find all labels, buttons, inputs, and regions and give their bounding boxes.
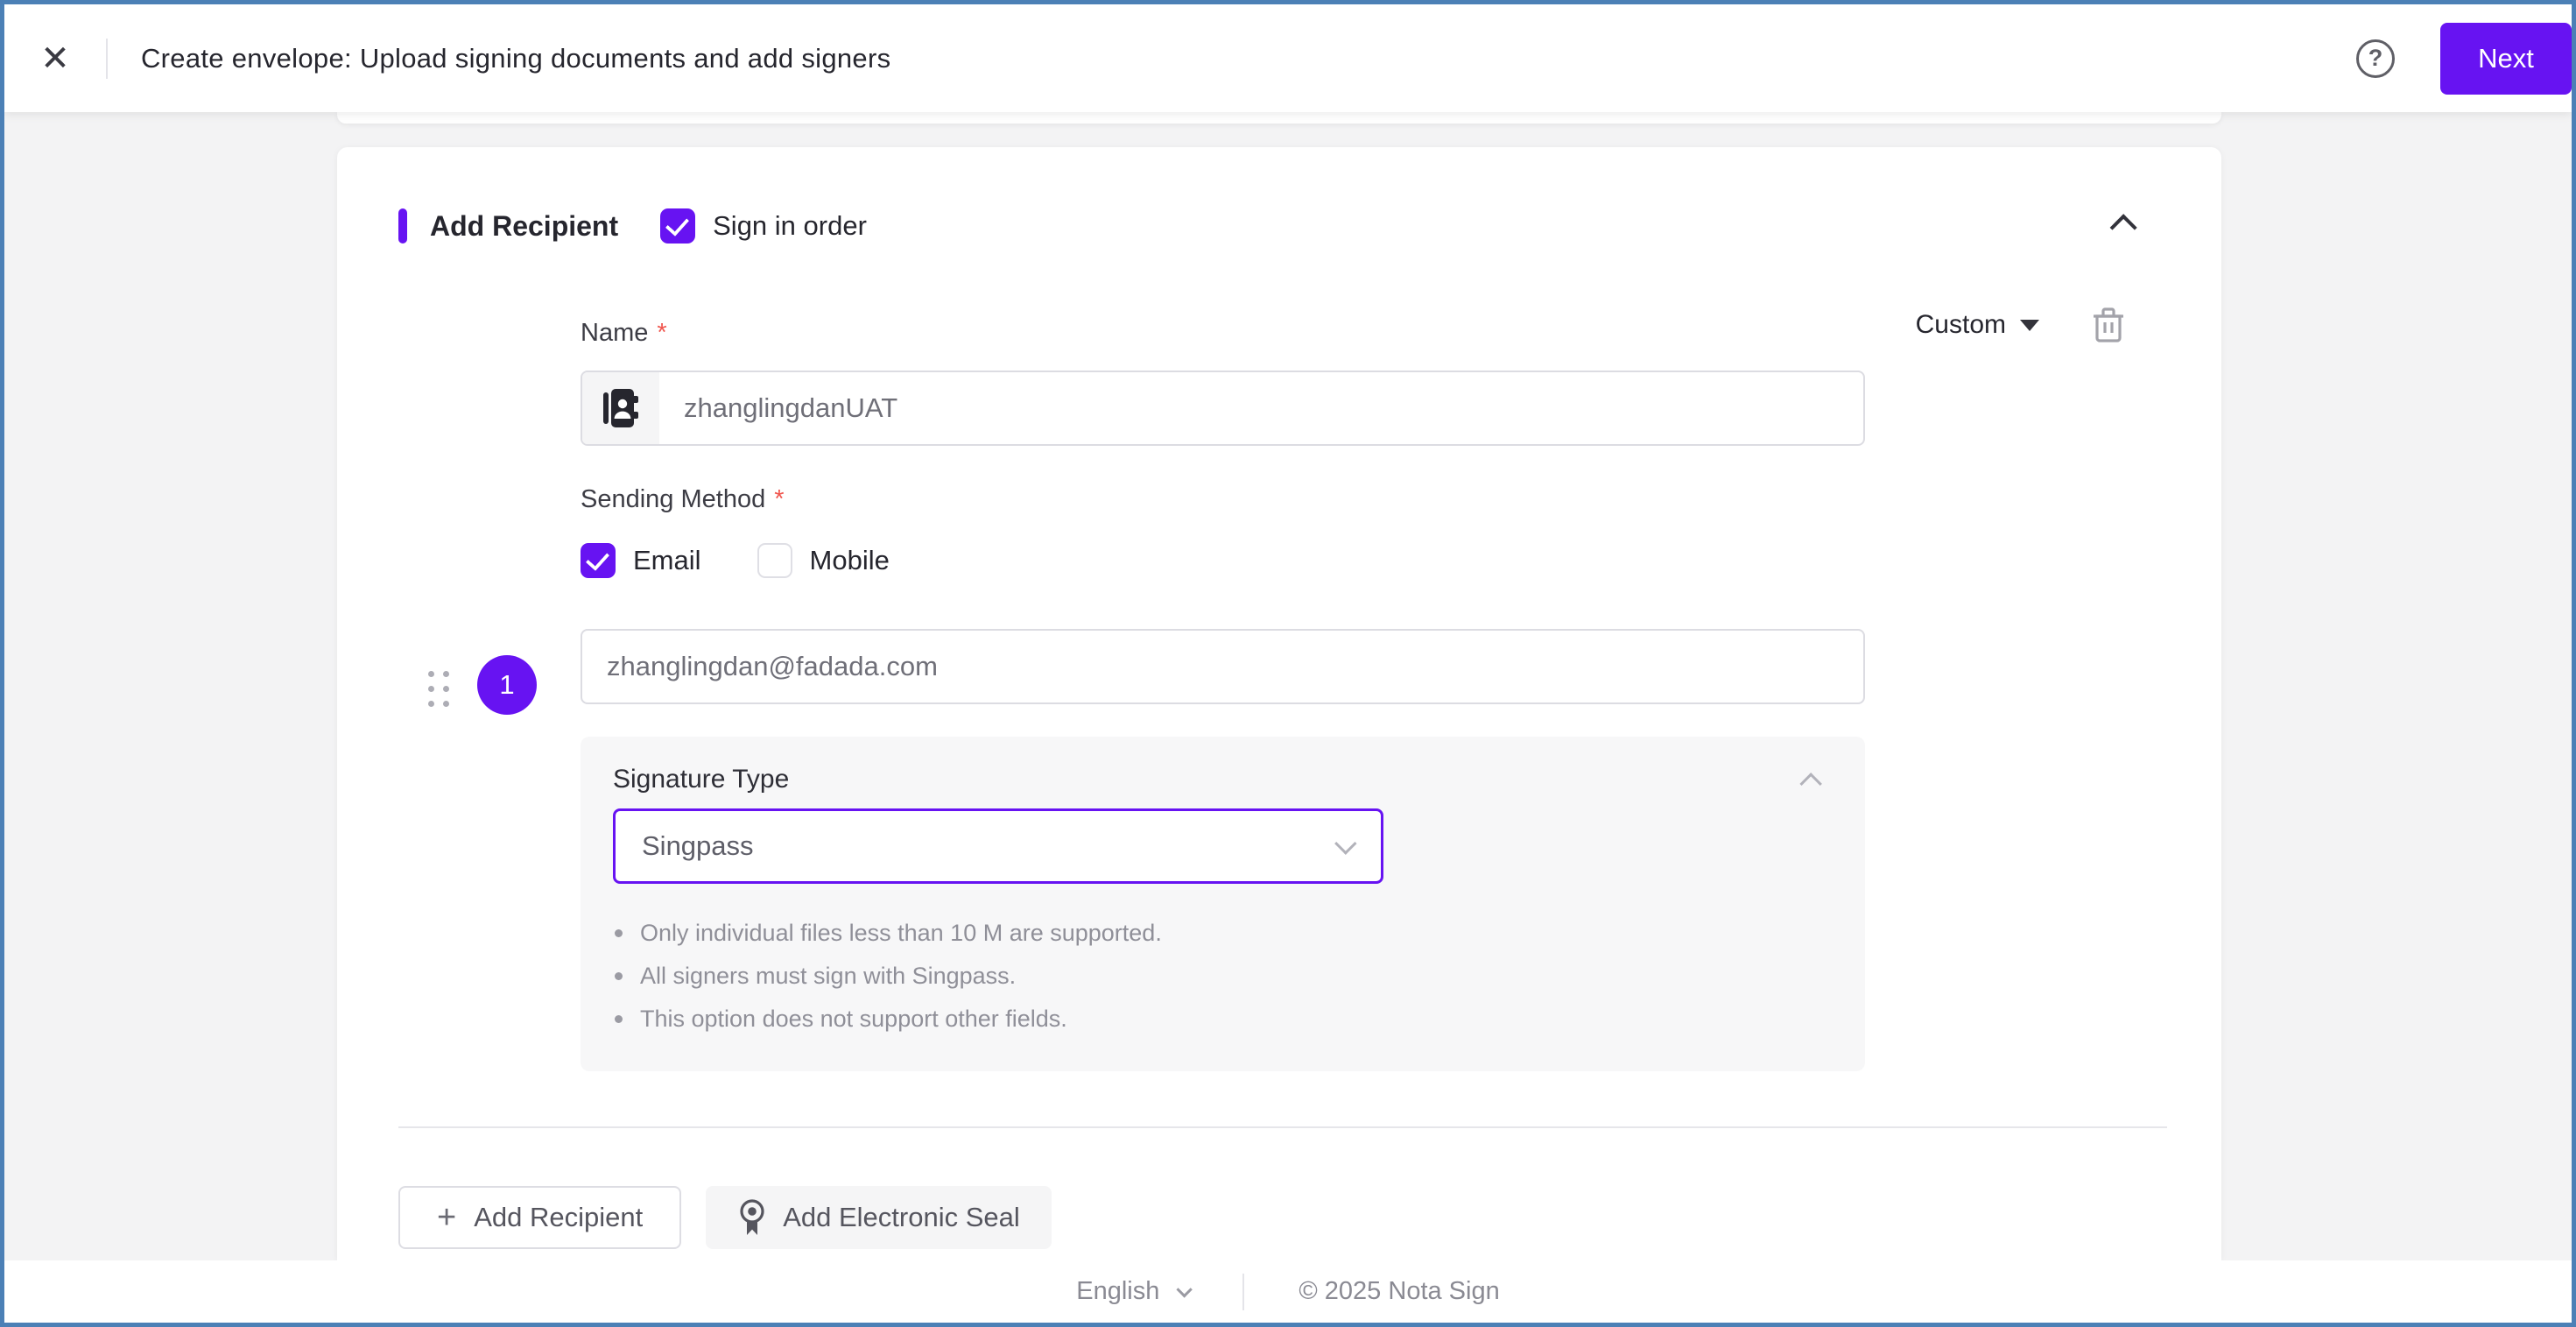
caret-down-icon <box>2020 319 2039 331</box>
copyright-text: © 2025 Nota Sign <box>1299 1277 1500 1305</box>
page-background: Add Recipient Sign in order Custom Name … <box>4 112 2572 1260</box>
footer-divider <box>1242 1273 1245 1310</box>
bullet-dot <box>615 929 623 937</box>
language-value: English <box>1076 1277 1160 1305</box>
page-title: Create envelope: Upload signing document… <box>141 42 891 74</box>
name-input[interactable] <box>659 372 1863 444</box>
signature-collapse-button[interactable] <box>1799 768 1826 797</box>
bullet-dot <box>615 1015 623 1023</box>
signature-type-select[interactable]: Singpass <box>613 808 1383 884</box>
bullet-dot <box>615 972 623 980</box>
role-dropdown-value: Custom <box>1915 310 2006 339</box>
address-book-icon <box>603 389 638 427</box>
drag-handle[interactable] <box>428 671 449 707</box>
section-divider <box>398 1126 2167 1128</box>
sign-in-order-checkbox[interactable] <box>660 208 696 244</box>
contact-book-addon[interactable] <box>582 372 659 444</box>
mobile-label: Mobile <box>809 545 890 575</box>
close-icon[interactable]: ✕ <box>36 39 74 78</box>
role-dropdown[interactable]: Custom <box>1916 310 2039 340</box>
top-bar: ✕ Create envelope: Upload signing docume… <box>4 4 2572 112</box>
section-title: Add Recipient <box>430 209 619 242</box>
add-electronic-seal-button[interactable]: Add Electronic Seal <box>706 1186 1052 1249</box>
chevron-up-icon <box>1799 773 1822 795</box>
name-input-box <box>581 371 1865 446</box>
next-button[interactable]: Next <box>2440 22 2572 95</box>
sign-in-order-label: Sign in order <box>713 210 867 241</box>
seal-icon <box>737 1198 767 1237</box>
signature-type-title: Signature Type <box>613 765 790 794</box>
mobile-checkbox[interactable] <box>757 543 792 578</box>
sign-in-order-option[interactable]: Sign in order <box>660 208 867 244</box>
note-item: This option does not support other field… <box>615 998 1162 1041</box>
chevron-down-icon <box>1176 1281 1193 1298</box>
email-label: Email <box>633 545 701 575</box>
email-input-box <box>581 629 1865 704</box>
recipient-order-badge: 1 <box>477 655 537 715</box>
signature-notes-list: Only individual files less than 10 M are… <box>615 912 1162 1041</box>
required-mark: * <box>774 485 785 513</box>
add-recipient-card: Add Recipient Sign in order Custom Name … <box>337 147 2221 1260</box>
email-checkbox[interactable] <box>581 543 616 578</box>
sending-method-options: Email Mobile <box>581 543 890 578</box>
note-item: All signers must sign with Singpass. <box>615 955 1162 998</box>
recipient-row-controls: Custom <box>1916 307 2125 343</box>
email-input[interactable] <box>582 631 1863 702</box>
required-mark: * <box>657 319 667 347</box>
footer: English © 2025 Nota Sign <box>4 1260 2572 1323</box>
signature-type-panel: Signature Type Singpass Only individual … <box>581 737 1865 1071</box>
language-dropdown[interactable]: English <box>1076 1277 1193 1306</box>
delete-recipient-button[interactable] <box>2092 307 2125 343</box>
name-label: Name * <box>581 319 667 347</box>
add-recipient-button[interactable]: + Add Recipient <box>398 1186 682 1249</box>
action-buttons: + Add Recipient Add Electronic Seal <box>398 1186 1052 1249</box>
previous-card-edge <box>337 112 2221 124</box>
plus-icon: + <box>437 1199 457 1236</box>
note-item: Only individual files less than 10 M are… <box>615 912 1162 955</box>
chevron-up-icon <box>2109 213 2137 241</box>
section-header: Add Recipient Sign in order <box>398 207 2144 245</box>
mobile-option[interactable]: Mobile <box>757 543 890 578</box>
header-divider <box>106 38 108 79</box>
app-window: ✕ Create envelope: Upload signing docume… <box>0 0 2576 1327</box>
help-icon[interactable]: ? <box>2356 39 2395 78</box>
signature-type-value: Singpass <box>642 830 754 861</box>
chevron-down-icon <box>1334 832 1357 855</box>
trash-icon <box>2094 307 2123 342</box>
collapse-section-button[interactable] <box>2108 207 2144 246</box>
section-accent-bar <box>398 208 407 244</box>
sending-method-label: Sending Method * <box>581 485 785 513</box>
email-option[interactable]: Email <box>581 543 701 578</box>
